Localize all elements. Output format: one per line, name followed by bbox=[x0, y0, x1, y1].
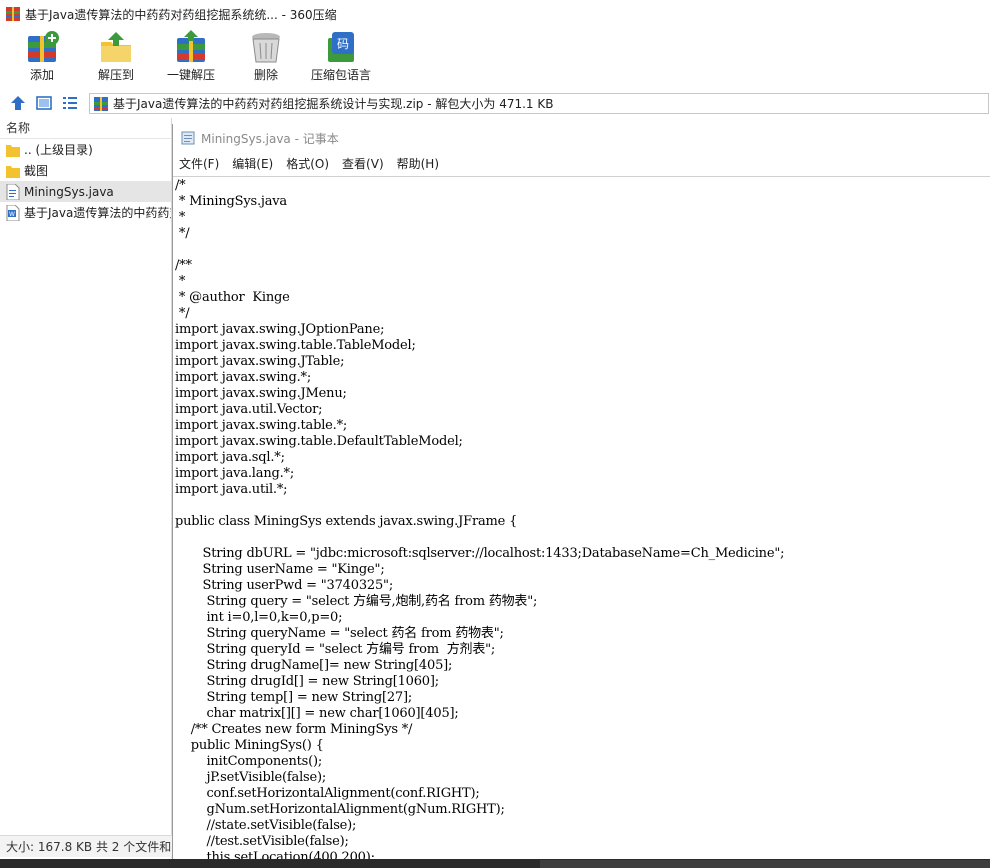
extract-to-button-label: 解压到 bbox=[97, 68, 134, 82]
archive-language-button-label: 压缩包语言 bbox=[310, 68, 371, 82]
delete-button-label: 删除 bbox=[253, 68, 278, 82]
source-code-text: /* * MiningSys.java * */ /** * * @author… bbox=[175, 178, 785, 862]
column-header-name[interactable]: 名称 bbox=[0, 118, 171, 139]
list-item-label: MiningSys.java bbox=[24, 184, 114, 199]
window-titlebar: 基于Java遗传算法的中药药对药组挖掘系统统... - 360压缩 bbox=[0, 0, 990, 28]
window-title: 基于Java遗传算法的中药药对药组挖掘系统统... - 360压缩 bbox=[25, 7, 337, 22]
one-click-extract-button-label: 一键解压 bbox=[166, 68, 215, 82]
status-bar: 大小: 167.8 KB 共 2 个文件和 bbox=[0, 835, 172, 857]
menu-edit[interactable]: 编辑(E) bbox=[232, 155, 273, 172]
list-item-screenshots-folder[interactable]: 截图 bbox=[0, 160, 171, 181]
list-item-label: 截图 bbox=[24, 164, 49, 178]
notepad-text-area[interactable]: /* * MiningSys.java * */ /** * * @author… bbox=[173, 176, 990, 862]
archive-app-icon bbox=[6, 7, 20, 21]
notepad-title: MiningSys.java - 记事本 bbox=[201, 131, 339, 146]
zip-file-icon bbox=[94, 96, 108, 111]
notepad-menubar: 文件(F) 编辑(E) 格式(O) 查看(V) 帮助(H) bbox=[173, 152, 990, 174]
up-arrow-icon[interactable] bbox=[9, 94, 27, 112]
menu-help[interactable]: 帮助(H) bbox=[397, 155, 439, 172]
list-item-parent-dir[interactable]: .. (上级目录) bbox=[0, 139, 171, 160]
svg-text:W: W bbox=[9, 211, 15, 218]
archive-path-text: 基于Java遗传算法的中药药对药组挖掘系统设计与实现.zip - 解包大小为 4… bbox=[113, 97, 554, 111]
list-item-label: 基于Java遗传算法的中药药对 bbox=[24, 206, 171, 220]
main-toolbar: 添加 解压到 一键解压 删除 码 压缩包语言 bbox=[0, 28, 990, 88]
delete-button[interactable]: 删除 bbox=[244, 30, 288, 88]
list-item-miningsys-java[interactable]: MiningSys.java bbox=[0, 181, 171, 202]
folder-icon bbox=[6, 144, 20, 157]
status-text: 大小: 167.8 KB 共 2 个文件和 bbox=[6, 840, 172, 854]
file-list-pane: 名称 .. (上级目录) 截图 MiningSys.java W 基于Java遗… bbox=[0, 118, 172, 858]
extract-to-button[interactable]: 解压到 bbox=[92, 30, 140, 88]
menu-format[interactable]: 格式(O) bbox=[286, 155, 329, 172]
address-bar: 基于Java遗传算法的中药药对药组挖掘系统设计与实现.zip - 解包大小为 4… bbox=[0, 91, 990, 115]
add-archive-icon bbox=[28, 31, 59, 62]
svg-text:码: 码 bbox=[337, 37, 349, 51]
add-button-label: 添加 bbox=[29, 68, 54, 82]
archive-path-field[interactable]: 基于Java遗传算法的中药药对药组挖掘系统设计与实现.zip - 解包大小为 4… bbox=[89, 93, 989, 114]
one-click-extract-icon bbox=[177, 30, 205, 62]
extract-to-folder-icon bbox=[101, 32, 131, 62]
word-document-icon: W bbox=[6, 204, 20, 221]
taskbar-strip bbox=[0, 859, 990, 868]
add-button[interactable]: 添加 bbox=[18, 30, 66, 88]
notepad-titlebar: MiningSys.java - 记事本 bbox=[173, 124, 990, 152]
one-click-extract-button[interactable]: 一键解压 bbox=[166, 30, 216, 88]
delete-trash-icon bbox=[252, 33, 280, 63]
thumbnail-view-icon[interactable] bbox=[35, 94, 53, 112]
archive-language-code-icon: 码 bbox=[328, 32, 354, 62]
taskbar-item[interactable] bbox=[540, 860, 990, 868]
notepad-icon bbox=[181, 131, 195, 145]
list-item-label: .. (上级目录) bbox=[24, 143, 93, 157]
notepad-window: MiningSys.java - 记事本 文件(F) 编辑(E) 格式(O) 查… bbox=[172, 124, 990, 862]
list-item-word-document[interactable]: W 基于Java遗传算法的中药药对 bbox=[0, 202, 171, 223]
menu-view[interactable]: 查看(V) bbox=[342, 155, 384, 172]
archive-language-button[interactable]: 码 压缩包语言 bbox=[310, 30, 372, 88]
list-view-icon[interactable] bbox=[61, 94, 79, 112]
java-file-icon bbox=[6, 183, 20, 200]
folder-icon bbox=[6, 165, 20, 178]
menu-file[interactable]: 文件(F) bbox=[179, 155, 219, 172]
